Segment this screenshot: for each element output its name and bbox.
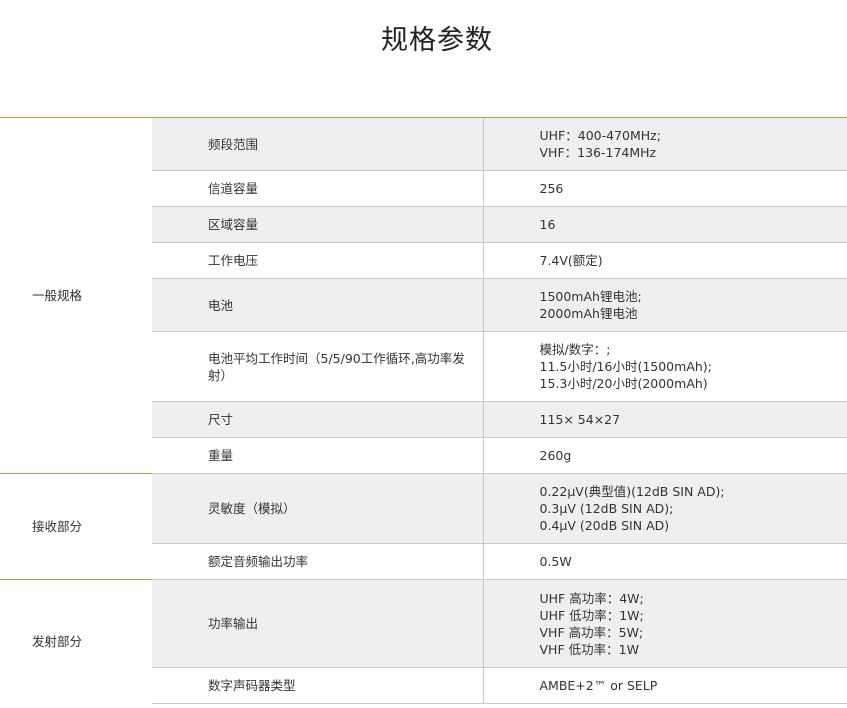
spec-value-line: VHF 高功率：5W; xyxy=(539,624,644,640)
section-label: 一般规格 xyxy=(0,117,152,474)
spec-label: 重量 xyxy=(152,437,483,474)
spec-label: 尺寸 xyxy=(152,401,483,438)
spec-label: 信道容量 xyxy=(152,170,483,207)
spec-value: 模拟/数字：; 11.5小时/16小时(1500mAh); 15.3小时/20小时(… xyxy=(482,331,847,402)
spec-value: 260g xyxy=(482,437,847,474)
spec-value: 16 xyxy=(482,206,847,243)
spec-row: 发射部分 功率输出 UHF 高功率：4W; UHF 低功率：1W; VHF 高功率：5W… xyxy=(0,579,847,704)
spec-value-line: 1500mAh锂电池; xyxy=(539,289,642,304)
spec-value: 1500mAh锂电池; 2000mAh锂电池 xyxy=(482,278,847,332)
spec-row: 一般规格 频段范围 UHF：400-470MHz; VHF：136-174MHz xyxy=(0,117,847,474)
spec-table-body: 一般规格 频段范围 UHF：400-470MHz; VHF：136-174MHz 信道容… xyxy=(0,117,847,704)
spec-value-line: UHF 低功率：1W; xyxy=(539,607,644,623)
spec-value-line: AMBE+2™ or SELP xyxy=(539,678,658,693)
section-label: 接收部分 xyxy=(0,473,152,580)
spec-value: UHF：400-470MHz; VHF：136-174MHz xyxy=(482,117,847,171)
spec-value-line: 0.3µV (12dB SIN AD); xyxy=(539,501,674,516)
spec-value-line: 11.5小时/16小时(1500mAh); xyxy=(539,359,712,374)
spec-value-line: 0.4µV (20dB SIN AD) xyxy=(539,518,670,533)
spec-value-line: 0.5W xyxy=(539,554,572,569)
spec-table: 一般规格 频段范围 UHF：400-470MHz; VHF：136-174MHz 信道容… xyxy=(0,117,847,704)
spec-value-line: 256 xyxy=(539,181,564,196)
spec-value-line: 115× 54×27 xyxy=(539,412,621,427)
spec-value-line: UHF 高功率：4W; xyxy=(539,590,644,606)
spec-label: 数字声码器类型 xyxy=(152,667,483,704)
spec-value: 115× 54×27 xyxy=(482,401,847,438)
spec-value-line: 15.3小时/20小时(2000mAh) xyxy=(539,376,708,391)
spec-value: UHF 高功率：4W; UHF 低功率：1W; VHF 高功率：5W; VHF 低功率… xyxy=(482,579,847,668)
spec-value: 0.5W xyxy=(482,543,847,580)
spec-value-line: VHF 低功率：1W xyxy=(539,641,639,657)
spec-value: 0.22µV(典型值)(12dB SIN AD); 0.3µV (12dB SIN… xyxy=(482,473,847,544)
spec-value-line: 模拟/数字：; xyxy=(539,342,611,357)
spec-value-line: 2000mAh锂电池 xyxy=(539,306,638,321)
spec-value-line: 0.22µV(典型值)(12dB SIN AD); xyxy=(539,484,725,499)
spec-label: 电池 xyxy=(152,278,483,332)
spec-label: 灵敏度（模拟） xyxy=(152,473,483,544)
spec-value: AMBE+2™ or SELP xyxy=(482,667,847,704)
spec-value-line: UHF：400-470MHz; xyxy=(539,128,661,143)
spec-value-line: VHF：136-174MHz xyxy=(539,145,657,160)
spec-label: 区域容量 xyxy=(152,206,483,243)
spec-label: 额定音频输出功率 xyxy=(152,543,483,580)
spec-label: 功率输出 xyxy=(152,579,483,668)
spec-label: 工作电压 xyxy=(152,242,483,279)
spec-value: 7.4V(额定) xyxy=(482,242,847,279)
page-title: 规格参数 xyxy=(381,25,493,56)
spec-value: 256 xyxy=(482,170,847,207)
spec-label: 频段范围 xyxy=(152,117,483,171)
spec-value-line: 260g xyxy=(539,448,572,463)
spec-row: 接收部分 灵敏度（模拟） 0.22µV(典型值)(12dB SIN AD); 0.3µ… xyxy=(0,473,847,580)
spec-value-line: 16 xyxy=(539,217,556,232)
section-label: 发射部分 xyxy=(0,579,152,704)
spec-value-line: 7.4V(额定) xyxy=(539,253,603,268)
spec-label: 电池平均工作时间（5/5/90工作循环,高功率发射） xyxy=(152,331,483,402)
